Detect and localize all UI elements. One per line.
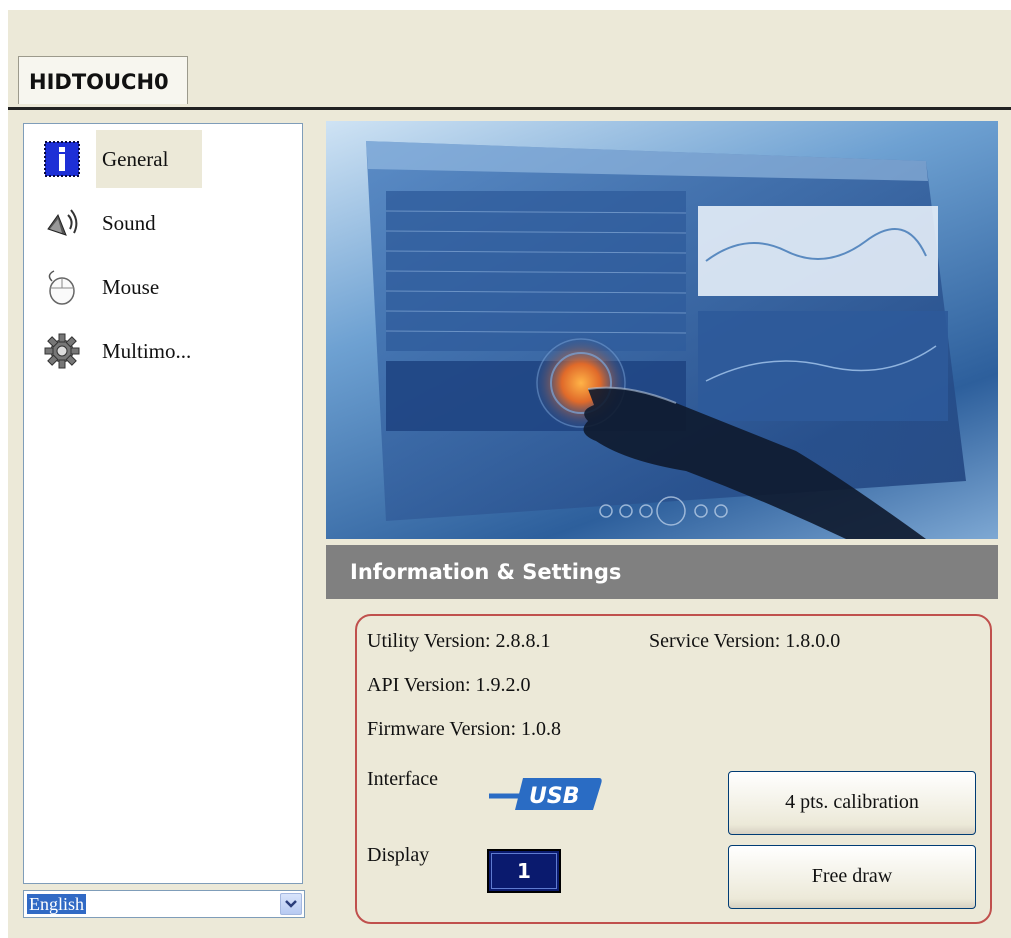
service-version: Service Version: 1.8.0.0 <box>649 630 841 652</box>
sidebar-item-label: Sound <box>102 211 156 235</box>
display-label: Display <box>367 844 430 866</box>
chevron-down-icon[interactable] <box>280 893 302 915</box>
interface-label: Interface <box>367 768 439 790</box>
speaker-icon <box>44 205 80 241</box>
info-icon <box>44 141 80 177</box>
display-number: 1 <box>487 849 561 893</box>
tab-hidtouch0[interactable]: HIDTOUCH0 <box>18 56 188 104</box>
language-value: English <box>27 894 87 914</box>
info-panel: Utility Version: 2.8.8.1 Service Version… <box>355 614 992 924</box>
sidebar-item-label: Multimo... <box>102 339 192 363</box>
svg-text:USB: USB <box>529 784 579 809</box>
free-draw-button[interactable]: Free draw <box>728 845 976 909</box>
gear-icon <box>44 333 80 369</box>
touchscreen-banner-image <box>326 121 998 539</box>
sidebar: General Sound Mouse Multimo... <box>23 123 303 884</box>
calibration-button[interactable]: 4 pts. calibration <box>728 771 976 835</box>
utility-version: Utility Version: 2.8.8.1 <box>367 630 551 652</box>
sidebar-item-general[interactable]: General <box>24 126 284 190</box>
sidebar-item-sound[interactable]: Sound <box>24 190 284 254</box>
app-window: HIDTOUCH0 General Sound Mouse Multimo...… <box>8 10 1011 938</box>
api-version: API Version: 1.9.2.0 <box>367 674 531 696</box>
sidebar-item-mouse[interactable]: Mouse <box>24 254 284 318</box>
sidebar-item-label: Mouse <box>102 275 160 299</box>
sidebar-item-label: General <box>96 130 202 188</box>
language-select[interactable]: English <box>23 890 305 918</box>
usb-logo-icon: USB <box>487 772 605 821</box>
info-settings-header: Information & Settings <box>326 545 998 599</box>
sidebar-item-multimodule[interactable]: Multimo... <box>24 318 284 382</box>
firmware-version: Firmware Version: 1.0.8 <box>367 718 562 740</box>
tab-divider <box>8 107 1011 110</box>
mouse-icon <box>44 269 80 305</box>
